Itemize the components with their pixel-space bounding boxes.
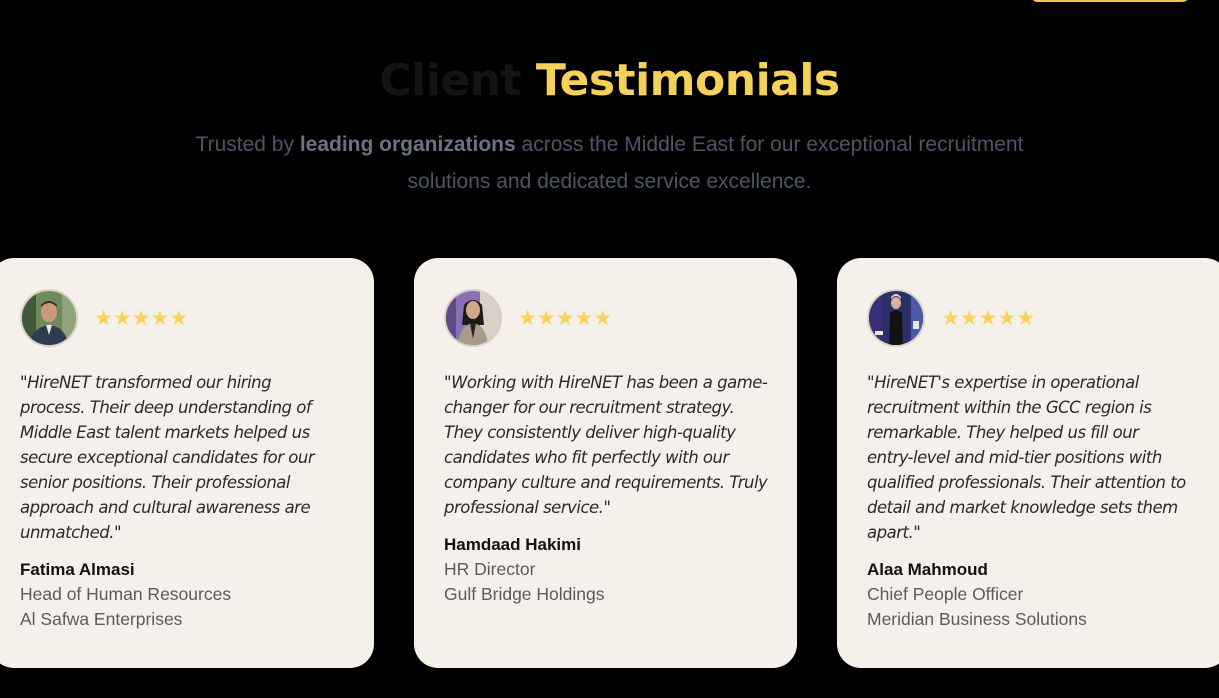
rating-stars: ★★★★★ — [941, 307, 1035, 329]
testimonial-company: Al Safwa Enterprises — [20, 609, 183, 629]
section-subtitle: Trusted by leading organizations across … — [180, 126, 1039, 200]
testimonial-role: Head of Human Resources — [20, 584, 232, 604]
testimonial-name: Alaa Mahmoud — [867, 560, 988, 579]
star-icon: ★★★★★ — [94, 306, 189, 330]
testimonial-role: HR Director — [444, 559, 536, 579]
star-icon: ★★★★★ — [941, 306, 1036, 330]
star-icon: ★★★★★ — [518, 306, 613, 330]
rating-stars: ★★★★★ — [94, 307, 188, 329]
section-title-accent: Testimonials — [535, 55, 840, 106]
subtitle-before: Trusted by — [195, 133, 300, 156]
testimonial-card: ★★★★★ "Working with HireNET has been a g… — [414, 258, 797, 668]
subtitle-highlight: leading organizations — [299, 133, 516, 156]
section-title: Client Testimonials — [0, 52, 1219, 110]
testimonial-quote: "HireNET transformed our hiring process.… — [20, 373, 315, 542]
rating-stars: ★★★★★ — [518, 307, 612, 329]
testimonial-card: ★★★★★ "HireNET transformed our hiring pr… — [0, 258, 374, 668]
testimonial-quote: "HireNET's expertise in operational recr… — [867, 373, 1186, 542]
testimonial-name: Fatima Almasi — [20, 560, 135, 579]
testimonial-quote: "Working with HireNET has been a game-ch… — [444, 373, 768, 517]
avatar — [867, 289, 925, 347]
testimonial-company: Gulf Bridge Holdings — [444, 584, 605, 604]
testimonial-name: Hamdaad Hakimi — [444, 535, 581, 554]
testimonial-card: ★★★★★ "HireNET's expertise in operationa… — [837, 258, 1219, 668]
avatar — [444, 289, 502, 347]
avatar — [20, 289, 78, 347]
testimonial-role: Chief People Officer — [867, 584, 1024, 604]
section-title-muted: Client — [379, 55, 522, 106]
header-cta-button-edge[interactable] — [1030, 0, 1190, 2]
testimonial-company: Meridian Business Solutions — [867, 609, 1087, 629]
